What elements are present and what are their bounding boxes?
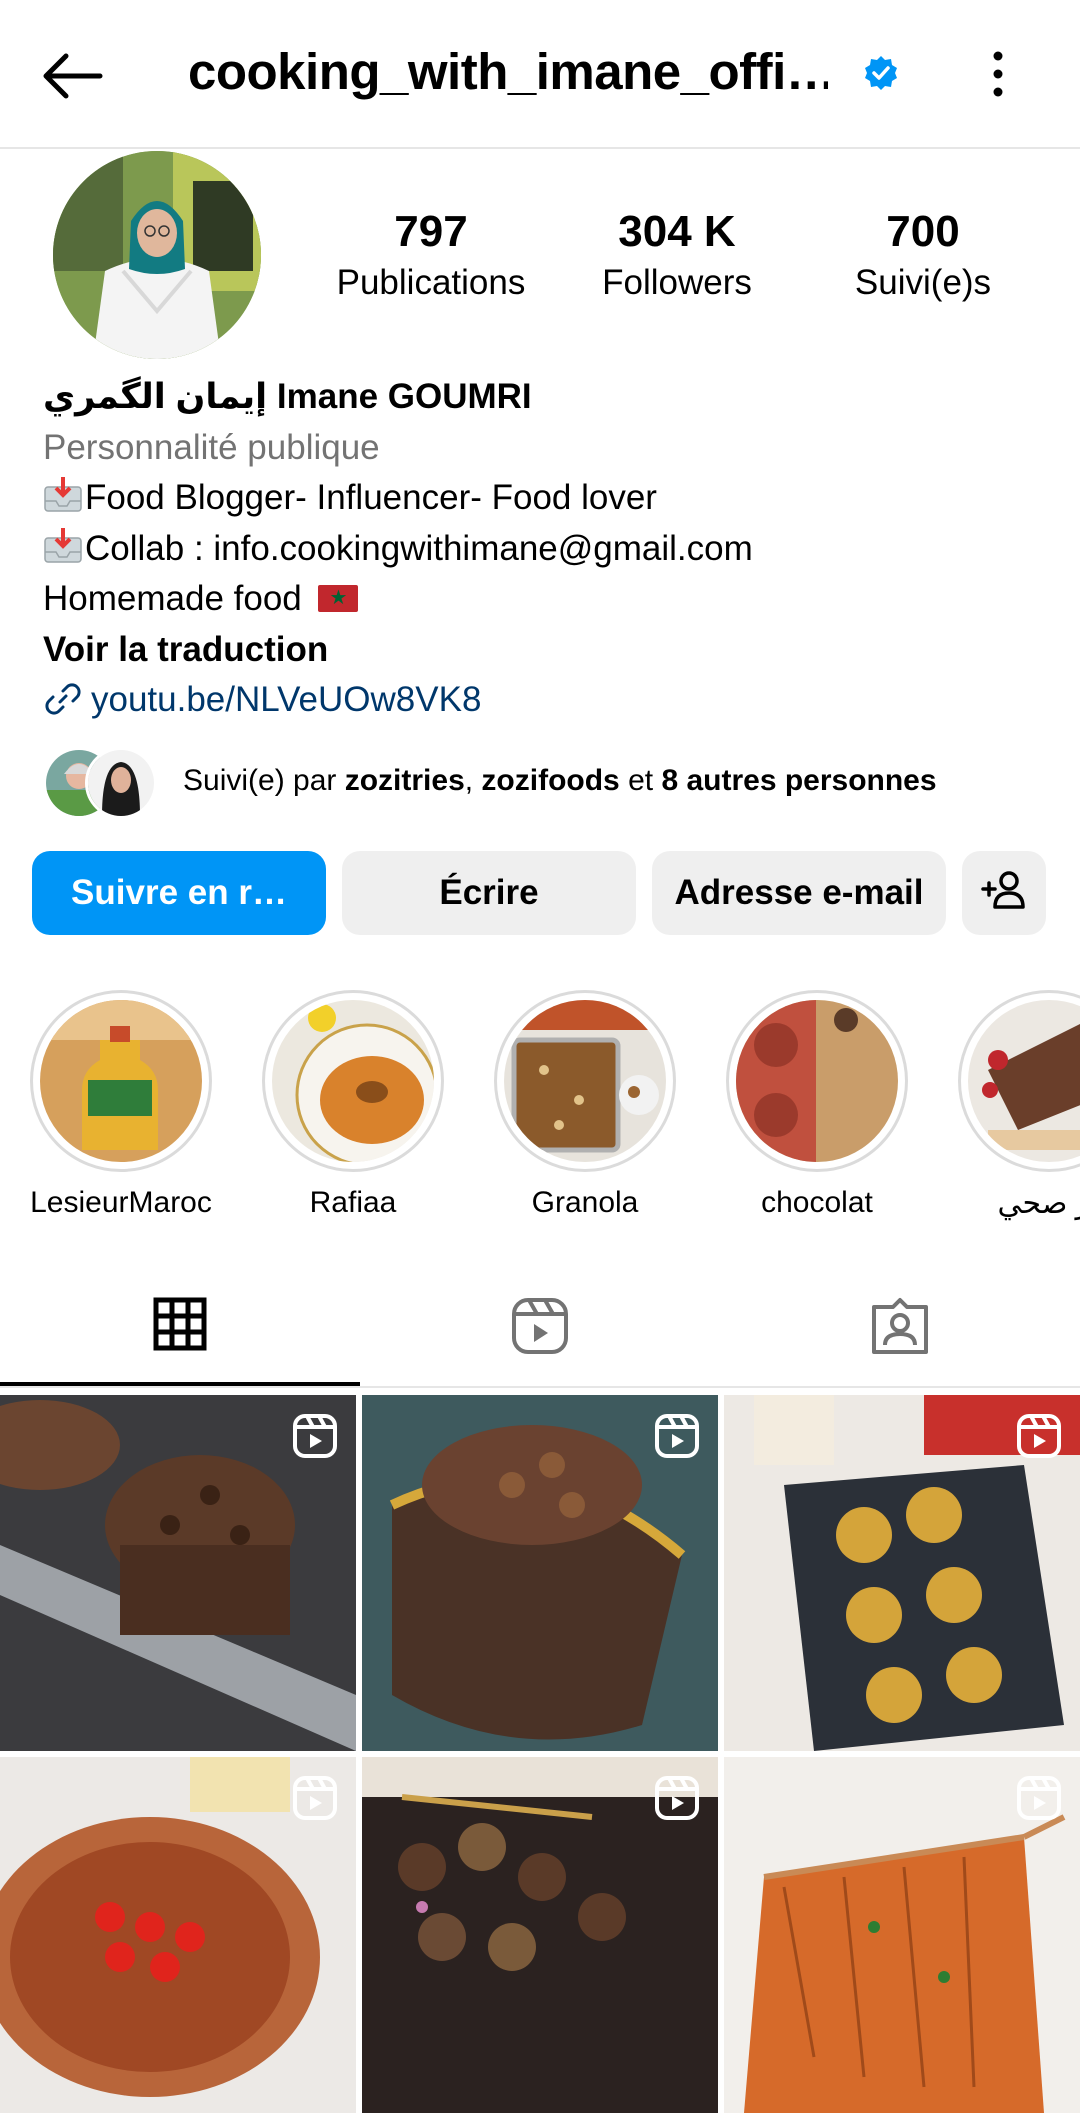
post-thumbnail[interactable] (0, 1395, 356, 1751)
highlight-label: يز صحي (997, 1187, 1080, 1220)
post-thumbnail[interactable] (362, 1395, 718, 1751)
tagged-icon (871, 1297, 929, 1360)
reel-badge-icon (654, 1775, 700, 1821)
inbox-tray-icon (43, 477, 83, 513)
profile-website-text: youtu.be/NLVeUOw8VK8 (91, 680, 482, 719)
followed-by-user-1[interactable]: zozitries (345, 764, 465, 797)
more-options-icon[interactable] (980, 50, 1016, 98)
followers-count-value: 304 K (618, 207, 736, 256)
highlight-cover-healthy-cake (968, 1000, 1080, 1162)
highlight-cover-bundt-cake (272, 1000, 434, 1162)
follow-back-button[interactable]: Suivre en r… (32, 851, 326, 935)
follower-avatar (85, 747, 157, 819)
see-translation-link[interactable]: Voir la traduction (43, 625, 1043, 676)
post-thumbnail[interactable] (724, 1395, 1080, 1751)
bio-line-2: Collab : info.cookingwithimane@gmail.com (85, 528, 753, 568)
profile-username: cooking_with_imane_offi… (188, 43, 828, 100)
highlight-label: LesieurMaroc (30, 1186, 212, 1219)
reel-badge-icon (1016, 1775, 1062, 1821)
email-button[interactable]: Adresse e-mail (652, 851, 946, 935)
suggest-users-button[interactable] (962, 851, 1046, 935)
posts-count-label: Publications (336, 263, 526, 302)
followed-by-prefix: Suivi(e) par (183, 764, 345, 797)
highlight-cover-oil-bottle (40, 1000, 202, 1162)
followers-count-label: Followers (602, 263, 752, 302)
post-thumbnail[interactable] (724, 1757, 1080, 2113)
reel-badge-icon (292, 1775, 338, 1821)
bio-line: Food Blogger- Influencer- Food lover (43, 473, 1043, 524)
post-thumbnail[interactable] (0, 1757, 356, 2113)
add-user-icon (981, 869, 1027, 918)
bio-line-3: Homemade food (43, 579, 302, 618)
profile-tabs (0, 1270, 1080, 1388)
followed-by-text: Suivi(e) par zozitries, zozifoods et 8 a… (183, 764, 937, 798)
story-highlight[interactable]: LesieurMaroc (30, 990, 212, 1220)
profile-bio: إيمان الگمري Imane GOUMRI Personnalité p… (43, 372, 1043, 726)
grid-icon (153, 1297, 207, 1356)
highlight-label: Rafiaa (309, 1186, 397, 1219)
profile-website-link[interactable]: youtu.be/NLVeUOw8VK8 (43, 675, 1043, 726)
posts-count[interactable]: 797 Publications (311, 205, 551, 307)
highlight-label: chocolat (761, 1186, 873, 1219)
morocco-flag-icon: ★ (317, 585, 358, 612)
bio-line-1: Food Blogger- Influencer- Food lover (85, 478, 657, 517)
tab-reels[interactable] (360, 1270, 720, 1386)
post-thumbnail[interactable] (362, 1757, 718, 2113)
following-count-label: Suivi(e)s (854, 263, 992, 302)
story-highlight[interactable]: chocolat (726, 990, 908, 1220)
profile-avatar[interactable] (53, 151, 261, 359)
back-arrow-icon[interactable] (38, 46, 108, 106)
link-icon (43, 679, 83, 719)
followed-by-and: et (619, 764, 662, 797)
message-button[interactable]: Écrire (342, 851, 636, 935)
following-count[interactable]: 700 Suivi(e)s (803, 205, 1043, 307)
verified-badge-icon (863, 55, 899, 91)
story-highlight[interactable]: يز صحي (958, 990, 1080, 1221)
followed-by-separator: , (464, 764, 482, 797)
profile-category: Personnalité publique (43, 427, 380, 467)
reels-icon (511, 1297, 569, 1360)
following-count-value: 700 (886, 207, 960, 256)
posts-count-value: 797 (394, 207, 468, 256)
highlight-label: Granola (531, 1186, 639, 1219)
highlight-cover-granola (504, 1000, 666, 1162)
highlight-cover-chocolate-mold (736, 1000, 898, 1162)
story-highlight[interactable]: Granola (494, 990, 676, 1220)
story-highlight[interactable]: Rafiaa (262, 990, 444, 1220)
reel-badge-icon (292, 1413, 338, 1459)
reel-badge-icon (654, 1413, 700, 1459)
followers-count[interactable]: 304 K Followers (557, 205, 797, 307)
top-bar: cooking_with_imane_offi… (0, 0, 1080, 149)
profile-full-name: إيمان الگمري Imane GOUMRI (43, 377, 532, 416)
bio-line: Homemade food ★ (43, 574, 1043, 625)
tab-tagged[interactable] (720, 1270, 1080, 1386)
followed-by-others[interactable]: 8 autres personnes (661, 764, 936, 797)
bio-line: Collab : info.cookingwithimane@gmail.com (43, 524, 1043, 575)
tab-posts-grid[interactable] (0, 1270, 360, 1386)
inbox-tray-icon (43, 527, 83, 564)
reel-badge-icon (1016, 1413, 1062, 1459)
followed-by-row[interactable]: Suivi(e) par zozitries, zozifoods et 8 a… (43, 747, 1043, 819)
followed-by-user-2[interactable]: zozifoods (481, 764, 619, 797)
